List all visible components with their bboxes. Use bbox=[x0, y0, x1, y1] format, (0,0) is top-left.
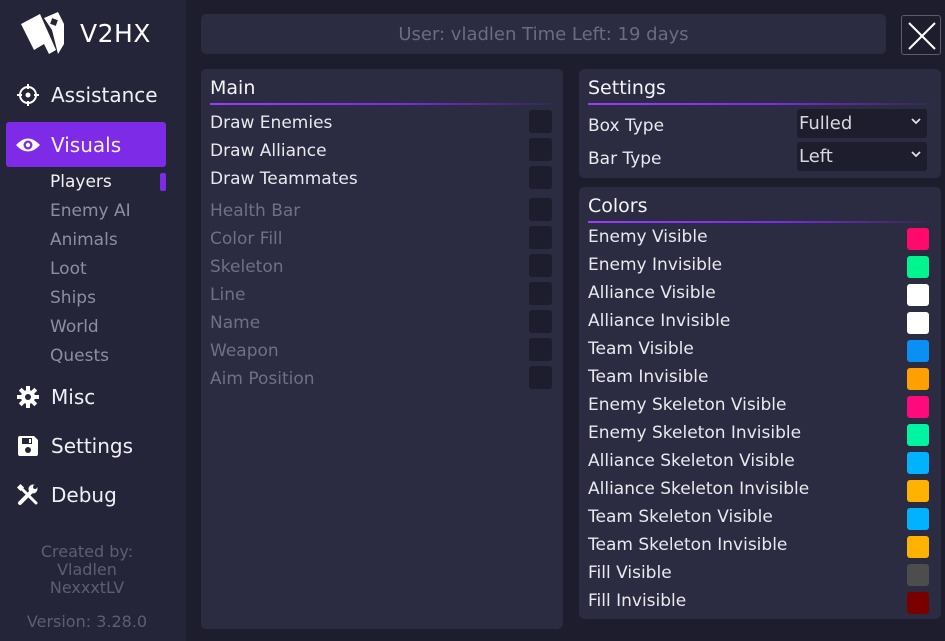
aim-position-checkbox[interactable] bbox=[529, 366, 552, 389]
main-panel: Main Draw Enemies Draw Alliance Draw Tea… bbox=[201, 69, 563, 629]
close-button[interactable] bbox=[901, 15, 941, 55]
nav-label: Visuals bbox=[51, 132, 122, 157]
alliance-invisible-color-swatch[interactable] bbox=[907, 312, 929, 334]
chevron-down-icon bbox=[911, 118, 921, 125]
enemy-visible-color-swatch[interactable] bbox=[907, 228, 929, 250]
main-panel-title: Main bbox=[210, 77, 256, 99]
settings-panel: Settings Box Type Fulled Bar Type Left bbox=[579, 69, 941, 178]
nav-visuals[interactable]: Visuals bbox=[6, 122, 166, 167]
team-skeleton-invisible-label: Team Skeleton Invisible bbox=[588, 535, 788, 555]
sub-item-animals[interactable]: Animals bbox=[50, 230, 118, 250]
box-type-select[interactable]: Fulled bbox=[797, 109, 927, 138]
nav-label: Settings bbox=[51, 433, 134, 458]
nav-label: Debug bbox=[51, 482, 117, 507]
alliance-invisible-label: Alliance Invisible bbox=[588, 311, 731, 331]
skeleton-checkbox[interactable] bbox=[529, 254, 552, 277]
box-type-value: Fulled bbox=[799, 113, 853, 134]
name-label: Name bbox=[210, 313, 261, 333]
alliance-skeleton-invisible-color-swatch[interactable] bbox=[907, 480, 929, 502]
sub-item-quests[interactable]: Quests bbox=[50, 346, 109, 366]
crosshair-icon bbox=[15, 82, 41, 108]
nav-label: Assistance bbox=[51, 82, 158, 107]
alliance-visible-label: Alliance Visible bbox=[588, 283, 716, 303]
sub-item-ships[interactable]: Ships bbox=[50, 288, 96, 308]
floppy-icon bbox=[15, 433, 41, 459]
box-type-label: Box Type bbox=[588, 116, 665, 136]
enemy-invisible-label: Enemy Invisible bbox=[588, 255, 723, 275]
health-bar-label: Health Bar bbox=[210, 201, 301, 221]
draw-teammates-checkbox[interactable] bbox=[529, 166, 552, 189]
tools-icon bbox=[15, 482, 41, 508]
bar-type-value: Left bbox=[799, 146, 833, 167]
aim-position-label: Aim Position bbox=[210, 369, 315, 389]
health-bar-checkbox[interactable] bbox=[529, 198, 552, 221]
draw-alliance-checkbox[interactable] bbox=[529, 138, 552, 161]
credits-name: Vladlen bbox=[57, 560, 117, 579]
bar-type-label: Bar Type bbox=[588, 149, 662, 169]
color-fill-checkbox[interactable] bbox=[529, 226, 552, 249]
weapon-checkbox[interactable] bbox=[529, 338, 552, 361]
fill-invisible-color-swatch[interactable] bbox=[907, 592, 929, 614]
app-title: V2HX bbox=[80, 19, 151, 48]
enemy-skeleton-invisible-label: Enemy Skeleton Invisible bbox=[588, 423, 802, 443]
team-skeleton-invisible-color-swatch[interactable] bbox=[907, 536, 929, 558]
roblox-logo-icon bbox=[21, 12, 64, 54]
team-visible-color-swatch[interactable] bbox=[907, 340, 929, 362]
nav-debug[interactable]: Debug bbox=[6, 472, 166, 517]
settings-panel-title: Settings bbox=[588, 77, 666, 99]
team-skeleton-visible-color-swatch[interactable] bbox=[907, 508, 929, 530]
skeleton-label: Skeleton bbox=[210, 257, 284, 277]
user-status-text: User: vladlen Time Left: 19 days bbox=[398, 23, 689, 45]
enemy-skeleton-visible-label: Enemy Skeleton Visible bbox=[588, 395, 787, 415]
sidebar: V2HX Assistance Visuals Players Enemy AI… bbox=[0, 0, 186, 641]
color-fill-label: Color Fill bbox=[210, 229, 283, 249]
bar-type-select[interactable]: Left bbox=[797, 142, 927, 171]
active-sub-indicator bbox=[160, 173, 166, 191]
nav-label: Misc bbox=[51, 384, 96, 409]
alliance-skeleton-invisible-label: Alliance Skeleton Invisible bbox=[588, 479, 810, 499]
chevron-down-icon bbox=[911, 151, 921, 158]
draw-enemies-label: Draw Enemies bbox=[210, 113, 333, 133]
version-text: Version: 3.28.0 bbox=[26, 612, 148, 631]
user-status-bar: User: vladlen Time Left: 19 days bbox=[201, 14, 886, 54]
colors-panel-title: Colors bbox=[588, 195, 648, 217]
sub-item-world[interactable]: World bbox=[50, 317, 99, 337]
close-icon bbox=[908, 22, 936, 50]
fill-visible-label: Fill Visible bbox=[588, 563, 672, 583]
line-checkbox[interactable] bbox=[529, 282, 552, 305]
enemy-skeleton-invisible-color-swatch[interactable] bbox=[907, 424, 929, 446]
nav-assistance[interactable]: Assistance bbox=[6, 72, 166, 117]
team-invisible-color-swatch[interactable] bbox=[907, 368, 929, 390]
credits-label: Created by: bbox=[40, 542, 134, 561]
enemy-skeleton-visible-color-swatch[interactable] bbox=[907, 396, 929, 418]
sub-item-loot[interactable]: Loot bbox=[50, 259, 87, 279]
alliance-skeleton-visible-label: Alliance Skeleton Visible bbox=[588, 451, 795, 471]
team-skeleton-visible-label: Team Skeleton Visible bbox=[588, 507, 773, 527]
team-invisible-label: Team Invisible bbox=[588, 367, 709, 387]
nav-misc[interactable]: Misc bbox=[6, 374, 166, 419]
fill-invisible-label: Fill Invisible bbox=[588, 591, 687, 611]
credits-name: NexxxtLV bbox=[49, 578, 125, 597]
enemy-invisible-color-swatch[interactable] bbox=[907, 256, 929, 278]
main-panel-divider bbox=[210, 103, 554, 105]
gear-icon bbox=[15, 384, 41, 410]
sub-item-players[interactable]: Players bbox=[50, 172, 112, 192]
colors-panel: Colors Enemy Visible Enemy Invisible Allia… bbox=[579, 187, 941, 619]
sub-item-enemy-ai[interactable]: Enemy AI bbox=[50, 201, 131, 221]
draw-teammates-label: Draw Teammates bbox=[210, 169, 358, 189]
alliance-skeleton-visible-color-swatch[interactable] bbox=[907, 452, 929, 474]
alliance-visible-color-swatch[interactable] bbox=[907, 284, 929, 306]
enemy-visible-label: Enemy Visible bbox=[588, 227, 708, 247]
draw-alliance-label: Draw Alliance bbox=[210, 141, 327, 161]
settings-panel-divider bbox=[588, 103, 932, 105]
fill-visible-color-swatch[interactable] bbox=[907, 564, 929, 586]
colors-panel-divider bbox=[588, 221, 932, 223]
eye-icon bbox=[15, 132, 41, 158]
name-checkbox[interactable] bbox=[529, 310, 552, 333]
weapon-label: Weapon bbox=[210, 341, 279, 361]
team-visible-label: Team Visible bbox=[588, 339, 694, 359]
draw-enemies-checkbox[interactable] bbox=[529, 110, 552, 133]
nav-settings[interactable]: Settings bbox=[6, 423, 166, 468]
line-label: Line bbox=[210, 285, 246, 305]
